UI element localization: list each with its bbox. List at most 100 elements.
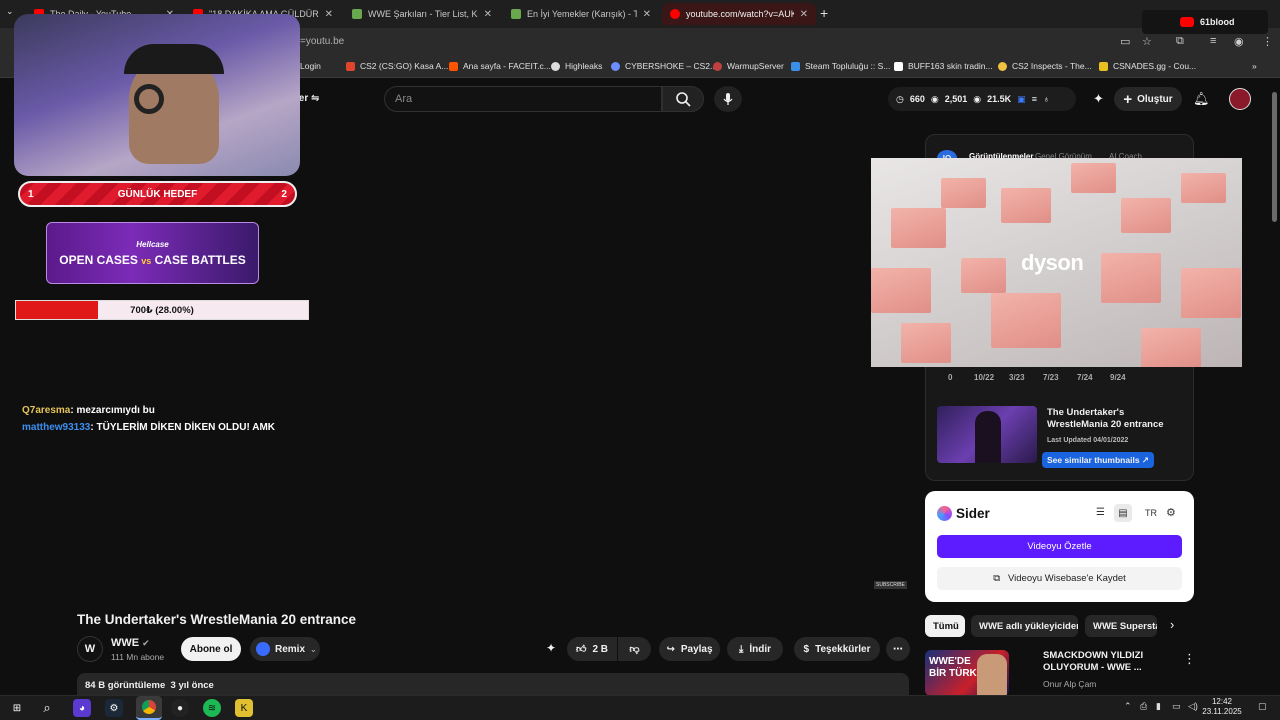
channel-avatar[interactable]: W [77, 636, 103, 662]
headset-icon [134, 84, 164, 114]
remix-button[interactable]: Remix ⌄ [250, 637, 320, 661]
more-options-icon[interactable]: ⋮ [1183, 651, 1196, 667]
channel-name[interactable]: WWE ✔ [111, 637, 150, 649]
browser-tab-active[interactable]: youtube.com/watch?v=AUKFxp ✕ [662, 3, 816, 25]
download-button[interactable]: ⤓ İndir [727, 637, 783, 661]
ad-box [1101, 253, 1161, 303]
tray-microphone-icon[interactable]: ▮ [1156, 701, 1161, 712]
ad-box [891, 208, 946, 248]
browser-tab[interactable]: En İyi Yemekler (Karışık) - Tier L ✕ [503, 3, 659, 25]
language-toggle[interactable]: TR [1145, 508, 1157, 518]
network-icon[interactable]: ▭ [1172, 701, 1181, 712]
hellcase-logo: Hellcase [136, 239, 169, 249]
bookmark[interactable]: CS2 (CS:GO) Kasa A... [346, 61, 448, 71]
bookmark-icon [998, 61, 1007, 71]
close-tab-icon[interactable]: ✕ [800, 9, 808, 20]
subscriber-count: 111 Mn abone [111, 652, 165, 662]
ad-box [1181, 173, 1226, 203]
bookmark[interactable]: Highleaks [551, 61, 602, 71]
thanks-button[interactable]: $ Teşekkürler [794, 637, 880, 661]
volume-icon[interactable]: ◁) [1188, 701, 1198, 712]
star-icon[interactable]: ☆ [1142, 35, 1152, 48]
url-text[interactable]: =youtu.be [300, 36, 344, 47]
bookmark[interactable]: BUFF163 skin tradin... [894, 61, 993, 71]
bookmark[interactable]: CYBERSHOKE – CS2... [611, 61, 717, 71]
tray-chevron-up-icon[interactable]: ⌃ [1124, 701, 1132, 712]
webcam-feed [14, 14, 300, 176]
menu-icon[interactable]: ⋮ [1262, 35, 1273, 48]
vidiq-icon: ▣ [1017, 93, 1026, 104]
windows-start-icon[interactable]: ⊞ [8, 699, 26, 717]
tab-search-icon[interactable]: ⌄ [6, 6, 14, 17]
chart-date: 7/24 [1077, 373, 1093, 382]
avatar[interactable] [1229, 88, 1251, 110]
save-icon: ⧉ [993, 573, 1000, 584]
chrome-icon[interactable] [136, 696, 162, 720]
extensions-icon[interactable]: ⧉ [1176, 35, 1184, 48]
chat-message: matthew93133: TÜYLERİM DİKEN DİKEN OLDU!… [22, 422, 275, 433]
bookmark[interactable]: CS2 Inspects - The... [998, 61, 1092, 71]
sparkle-icon[interactable]: ✦ [546, 641, 556, 655]
more-actions-button[interactable]: ⋯ [886, 637, 910, 661]
obs-icon[interactable]: ● [171, 699, 189, 717]
profile-icon[interactable]: ◉ [1234, 35, 1244, 48]
search-input[interactable]: Ara [384, 86, 662, 112]
chart-date: 7/23 [1043, 373, 1059, 382]
ad-box [961, 258, 1006, 293]
notifications-icon[interactable]: ▢ [1258, 701, 1267, 712]
tierlist-favicon-icon [352, 9, 362, 19]
new-tab-button[interactable]: + [820, 5, 828, 21]
recommended-thumbnail[interactable]: WWE'DE BİR TÜRK [925, 650, 1009, 696]
taskbar [0, 695, 1280, 720]
voice-search-button[interactable] [714, 86, 742, 112]
bookmarks-overflow-icon[interactable]: » [1252, 61, 1257, 71]
clock-icon: ◷ [896, 93, 904, 104]
close-tab-icon[interactable]: ✕ [484, 9, 492, 20]
close-tab-icon[interactable]: ✕ [325, 9, 333, 20]
media-icon[interactable]: ≡ [1210, 35, 1216, 47]
close-tab-icon[interactable]: ✕ [643, 9, 651, 20]
subtitle-view-icon[interactable]: ▤ [1114, 504, 1132, 522]
recommended-title[interactable]: SMACKDOWN YILDIZI OLUYORUM - WWE ... [1043, 650, 1173, 674]
dislike-button[interactable]: 👎︎ [618, 637, 651, 661]
bookmark[interactable]: Ana sayfa - FACEIT.c... [449, 61, 551, 71]
discord-icon[interactable]: ◕ [73, 699, 91, 717]
summarize-video-button[interactable]: Videoyu Özetle [937, 535, 1182, 558]
recommended-channel[interactable]: Onur Alp Çam [1043, 679, 1096, 689]
browser-tab[interactable]: WWE Şarkıları - Tier List, Kör Sa ✕ [344, 3, 500, 25]
plus-icon: + [1123, 90, 1133, 108]
taskbar-clock[interactable]: 12:42 23.11.2025 [1202, 697, 1242, 717]
share-button[interactable]: ↪ Paylaş [659, 637, 720, 661]
search-icon[interactable]: ⌕ [38, 699, 56, 717]
bookmark-icon [894, 61, 903, 71]
bell-icon[interactable]: 🔔︎ [1193, 91, 1210, 107]
sparkle-icon[interactable]: ✦ [1093, 91, 1104, 107]
save-to-wisebase-button[interactable]: ⧉ Videoyu Wisebase'e Kaydet [937, 567, 1182, 590]
subscribe-button[interactable]: Abone ol [181, 637, 241, 661]
list-view-icon[interactable]: ☰ [1096, 507, 1105, 518]
like-button[interactable]: 👍︎ 2 B [567, 637, 617, 661]
search-button[interactable] [662, 86, 704, 112]
page-scrollbar[interactable] [1272, 92, 1277, 222]
bookmark-icon [551, 61, 560, 71]
video-thumbnail[interactable] [937, 406, 1037, 463]
bookmark[interactable]: WarmupServer [713, 61, 784, 71]
bookmark[interactable]: Steam Topluluğu :: S... [791, 61, 890, 71]
settings-icon[interactable]: ⚙ [1166, 506, 1176, 519]
dyson-ad[interactable]: dyson [871, 158, 1242, 367]
tray-app-icon[interactable]: ⎙ [1140, 701, 1147, 712]
chip-all[interactable]: Tümü [925, 615, 965, 637]
chip-from-uploader[interactable]: WWE adlı yükleyiciden [971, 615, 1078, 637]
chip-superstars[interactable]: WWE Superstars [1085, 615, 1157, 637]
app-icon[interactable]: K [235, 699, 253, 717]
see-similar-thumbnails-button[interactable]: See similar thumbnails ↗ [1042, 452, 1154, 468]
vidiq-stats[interactable]: ◷ 660 ◉ 2,501 ◉ 21.5K ▣ ≡ ♁ [888, 87, 1076, 111]
chevron-right-icon[interactable]: › [1170, 617, 1174, 632]
streamer-hair [124, 44, 224, 74]
spotify-icon[interactable]: ≋ [203, 699, 221, 717]
cast-icon[interactable]: ▭ [1120, 35, 1130, 48]
bookmark[interactable]: CSNADES.gg - Cou... [1099, 61, 1196, 71]
description-box[interactable]: 84 B görüntüleme 3 yıl önce [77, 673, 909, 697]
steam-icon[interactable]: ⚙ [105, 699, 123, 717]
create-button[interactable]: + Oluştur [1114, 87, 1182, 111]
